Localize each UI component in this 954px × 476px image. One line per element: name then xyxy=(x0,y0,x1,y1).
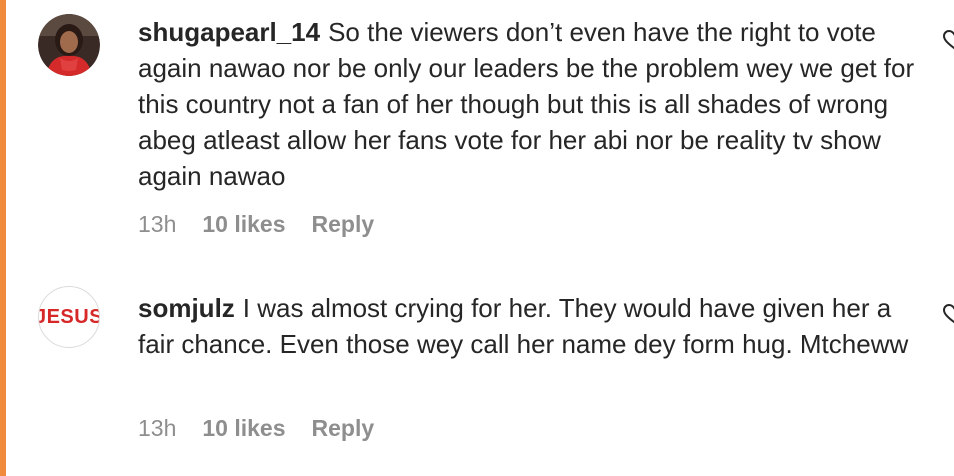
comment-time: 13h xyxy=(138,415,177,441)
avatar-photo xyxy=(38,14,100,76)
likes-count[interactable]: 10 likes xyxy=(202,211,285,238)
comment-body: somjulz I was almost crying for her. They… xyxy=(138,290,928,362)
comment-meta: 13h 10 likes Reply xyxy=(138,211,374,238)
comment-item: JESUS somjulz I was almost crying for her… xyxy=(0,260,954,476)
reply-button[interactable]: Reply xyxy=(312,415,375,442)
comment-username[interactable]: somjulz xyxy=(138,293,235,323)
heart-icon[interactable] xyxy=(942,30,954,50)
comment-item: shugapearl_14 So the viewers don’t even h… xyxy=(0,0,954,260)
comment-username[interactable]: shugapearl_14 xyxy=(138,17,320,47)
likes-count[interactable]: 10 likes xyxy=(202,415,285,442)
avatar[interactable] xyxy=(38,14,100,76)
comment-time: 13h xyxy=(138,211,177,237)
avatar-logo-text: JESUS xyxy=(38,305,100,328)
reply-button[interactable]: Reply xyxy=(312,211,375,238)
comment-meta: 13h 10 likes Reply xyxy=(138,415,374,442)
heart-icon[interactable] xyxy=(942,304,954,324)
comment-text: I was almost crying for her. They would … xyxy=(138,293,909,359)
comment-body: shugapearl_14 So the viewers don’t even h… xyxy=(138,14,928,194)
avatar[interactable]: JESUS xyxy=(38,286,100,348)
